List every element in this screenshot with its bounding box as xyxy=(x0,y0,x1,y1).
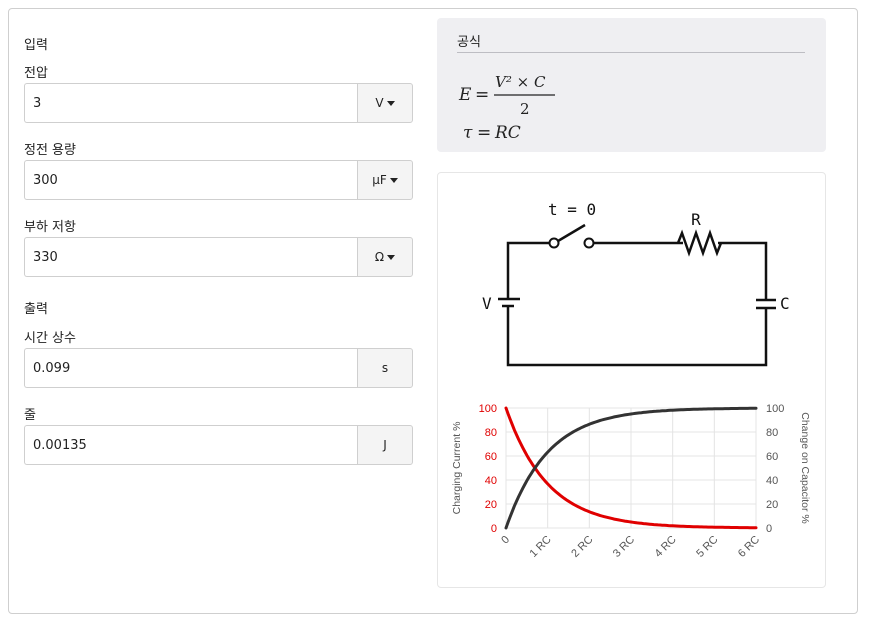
capacitance-input[interactable]: 300 xyxy=(24,160,357,200)
energy-label: 줄 xyxy=(24,408,36,423)
voltage-input[interactable]: 3 xyxy=(24,83,357,123)
caret-down-icon xyxy=(387,254,396,260)
formula-panel: 공식 E = V² × C 2 τ = RC xyxy=(437,18,826,152)
resistance-unit-dropdown[interactable]: Ω xyxy=(357,237,413,277)
y-tick-right: 40 xyxy=(766,475,778,487)
caret-down-icon xyxy=(386,100,395,106)
y-tick-right: 0 xyxy=(766,523,772,535)
voltage-unit-label: V xyxy=(375,96,384,110)
voltage-unit-dropdown[interactable]: V xyxy=(357,83,413,123)
y-axis-right-title: Change on Capacitor % xyxy=(799,412,811,524)
equals-sign-2: = xyxy=(477,123,491,143)
resistance-unit-label: Ω xyxy=(374,250,385,264)
y-tick-left: 0 xyxy=(491,523,497,535)
x-tick-label: 3 RC xyxy=(611,534,637,560)
voltage-group: 3 V xyxy=(24,83,413,123)
x-tick-label: 2 RC xyxy=(569,534,595,560)
capacitor-label: C xyxy=(780,294,790,313)
caret-down-icon xyxy=(389,177,398,183)
capacitance-unit-label: μF xyxy=(372,173,387,187)
resistance-input[interactable]: 330 xyxy=(24,237,357,277)
energy-denominator: 2 xyxy=(520,100,530,118)
circuit-chart-panel: t = 0 R V C 0 0 20 20 40 40 60 60 80 80 100 100 0 1 R… xyxy=(437,172,826,588)
x-tick-label: 0 xyxy=(499,534,512,547)
formula-equations: E = V² × C 2 τ = RC xyxy=(458,73,555,143)
y-tick-left: 40 xyxy=(485,475,497,487)
y-tick-left: 100 xyxy=(479,403,497,415)
energy-numerator: V² × C xyxy=(495,73,546,91)
inputs-section-label: 입력 xyxy=(24,38,48,53)
x-tick-label: 4 RC xyxy=(653,534,679,560)
resistance-label: 부하 저항 xyxy=(24,220,76,235)
y-axis-left-title: Charging Current % xyxy=(451,422,463,515)
battery-label: V xyxy=(482,294,492,313)
energy-output[interactable]: 0.00135 xyxy=(24,425,357,465)
switch-terminal-left xyxy=(548,237,560,249)
y-tick-left: 20 xyxy=(485,499,497,511)
x-tick-label: 6 RC xyxy=(736,534,762,560)
time-constant-label: 시간 상수 xyxy=(24,331,76,346)
time-constant-output[interactable]: 0.099 xyxy=(24,348,357,388)
capacitance-label: 정전 용량 xyxy=(24,143,76,158)
y-tick-left: 80 xyxy=(485,427,497,439)
tau-rhs: RC xyxy=(494,123,521,143)
switch-blade xyxy=(557,223,586,243)
circuit-wires xyxy=(498,223,776,367)
y-tick-right: 80 xyxy=(766,427,778,439)
resistor-zigzag xyxy=(676,229,723,257)
energy-lhs: E xyxy=(458,85,472,105)
capacitance-group: 300 μF xyxy=(24,160,413,200)
y-tick-right: 20 xyxy=(766,499,778,511)
resistance-group: 330 Ω xyxy=(24,237,413,277)
circuit-diagram: t = 0 R V C 0 020 2040 4060 6080 80100 1000 1 R… xyxy=(451,200,811,560)
equals-sign: = xyxy=(475,85,489,105)
voltage-label: 전압 xyxy=(24,66,48,81)
outputs-section-label: 출력 xyxy=(24,302,48,317)
y-tick-right: 100 xyxy=(766,403,784,415)
capacitance-unit-dropdown[interactable]: μF xyxy=(357,160,413,200)
energy-unit: J xyxy=(357,425,413,465)
charging-chart: 0 020 2040 4060 6080 80100 1000 1 RC 2 RC 3 RC 4 R… xyxy=(451,403,811,560)
x-tick-label: 5 RC xyxy=(694,534,720,560)
x-tick-label: 1 RC xyxy=(528,534,554,560)
y-tick-right: 60 xyxy=(766,451,778,463)
energy-group: 0.00135 J xyxy=(24,425,413,465)
time-constant-group: 0.099 s xyxy=(24,348,413,388)
y-tick-left: 60 xyxy=(485,451,497,463)
resistor-label: R xyxy=(691,210,701,229)
tau-lhs: τ xyxy=(463,123,473,143)
switch-terminal-right xyxy=(583,237,595,249)
time-constant-unit: s xyxy=(357,348,413,388)
switch-label: t = 0 xyxy=(548,200,596,219)
